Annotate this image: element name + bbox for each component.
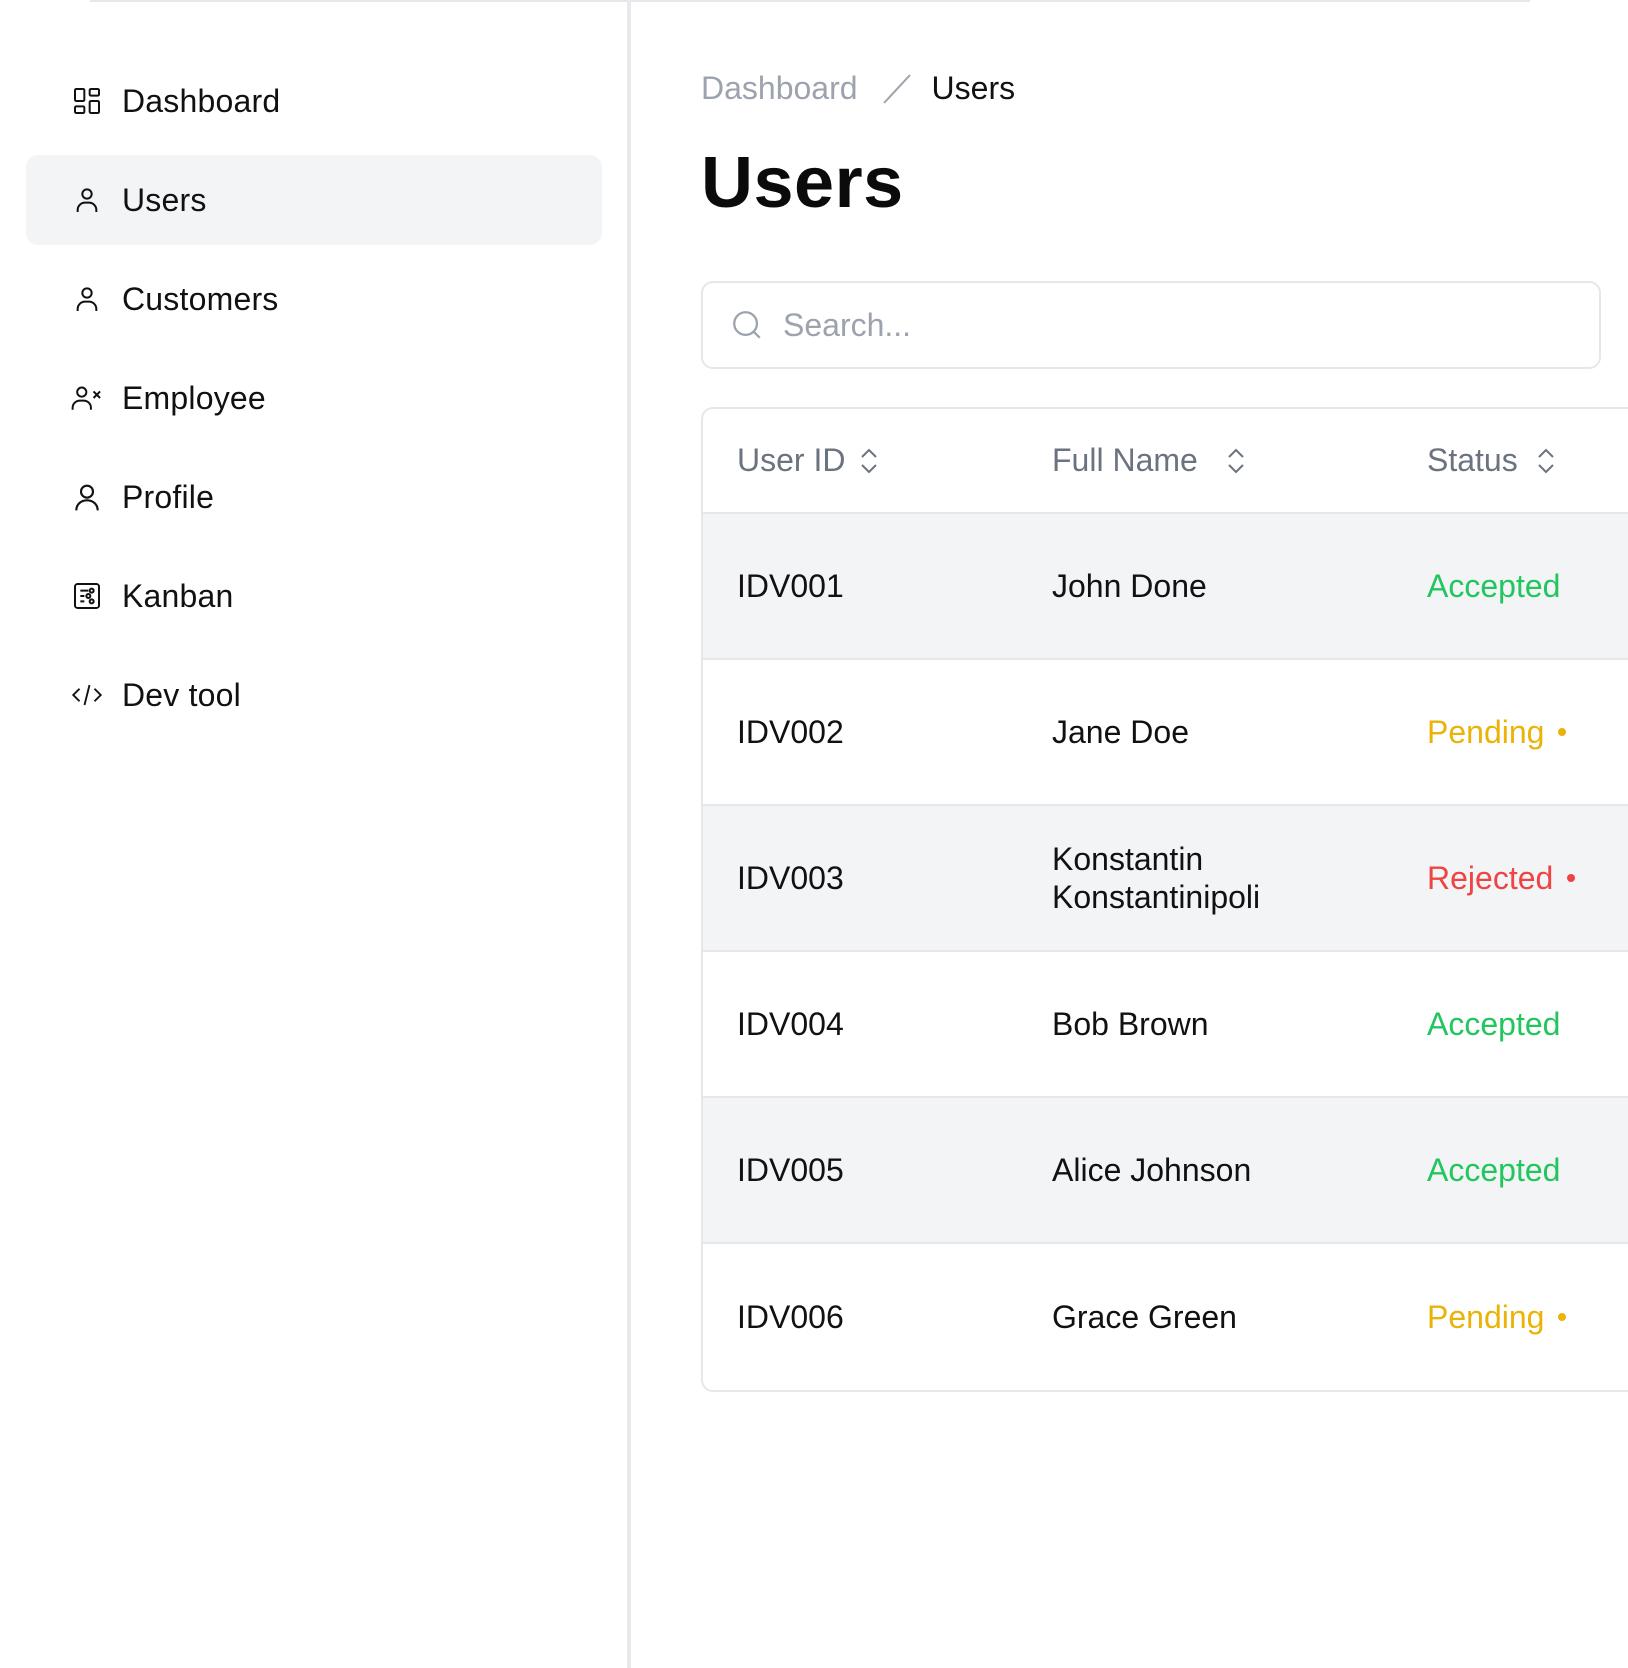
status-dot-icon <box>1558 728 1567 736</box>
status-label: Pending <box>1427 1299 1545 1335</box>
sidebar-item-label: Customers <box>122 280 279 317</box>
kanban-icon <box>70 579 104 613</box>
breadcrumb: Dashboard Users <box>701 70 1015 107</box>
status-dot-icon <box>1558 1313 1567 1321</box>
code-icon <box>70 678 104 712</box>
status-label: Accepted <box>1427 1152 1561 1188</box>
table-header: User ID Full Name Status <box>703 409 1628 514</box>
sidebar-item-dev-tool[interactable]: Dev tool <box>26 650 602 740</box>
column-header-label: User ID <box>737 442 846 478</box>
table-row[interactable]: IDV004 Bob Brown Accepted <box>703 952 1628 1098</box>
sidebar-item-label: Dev tool <box>122 676 241 713</box>
sidebar-item-profile[interactable]: Profile <box>26 452 602 542</box>
status-label: Pending <box>1427 714 1545 750</box>
column-header-full-name[interactable]: Full Name <box>1052 442 1246 479</box>
column-header-user-id[interactable]: User ID <box>737 442 879 479</box>
sidebar-item-label: Profile <box>122 478 215 515</box>
table-row[interactable]: IDV002 Jane Doe Pending <box>703 660 1628 806</box>
user-icon <box>70 183 104 217</box>
sidebar-nav: Dashboard Users Customers Employee Profi… <box>26 56 602 749</box>
cell-full-name: Alice Johnson <box>1052 1152 1252 1188</box>
users-table: User ID Full Name Status IDV001 John Don… <box>701 407 1628 1392</box>
cell-user-id: IDV006 <box>737 1299 844 1335</box>
table-row[interactable]: IDV006 Grace Green Pending <box>703 1244 1628 1390</box>
column-header-label: Full Name <box>1052 442 1198 478</box>
table-row[interactable]: IDV003 Konstantin Konstantinipoli Reject… <box>703 806 1628 952</box>
cell-full-name: Bob Brown <box>1052 1006 1209 1042</box>
user-x-icon <box>70 381 104 415</box>
sidebar-item-users[interactable]: Users <box>26 155 602 245</box>
status-dot-icon <box>1567 874 1576 882</box>
cell-full-name: Jane Doe <box>1052 714 1189 750</box>
cell-user-id: IDV002 <box>737 714 844 750</box>
status-badge: Accepted <box>1427 567 1560 605</box>
status-label: Accepted <box>1427 568 1561 604</box>
search-icon <box>729 307 765 343</box>
cell-full-name: Konstantin Konstantinipoli <box>1052 841 1261 915</box>
column-header-status[interactable]: Status <box>1427 442 1556 479</box>
sort-icon <box>1536 446 1556 476</box>
search-input[interactable] <box>781 305 1565 345</box>
profile-icon <box>70 480 104 514</box>
breadcrumb-current: Users <box>931 70 1016 106</box>
table-row[interactable]: IDV001 John Done Accepted <box>703 514 1628 660</box>
cell-full-name: Grace Green <box>1052 1299 1237 1335</box>
user-icon <box>70 282 104 316</box>
sidebar-item-kanban[interactable]: Kanban <box>26 551 602 641</box>
status-label: Accepted <box>1427 1006 1561 1042</box>
sidebar: Dashboard Users Customers Employee Profi… <box>0 0 631 1668</box>
sidebar-item-label: Dashboard <box>122 82 281 119</box>
status-badge: Rejected <box>1427 859 1576 897</box>
sort-icon <box>859 446 879 476</box>
status-badge: Pending <box>1427 713 1567 751</box>
breadcrumb-separator-icon <box>880 72 914 106</box>
cell-user-id: IDV004 <box>737 1006 844 1042</box>
table-row[interactable]: IDV005 Alice Johnson Accepted <box>703 1098 1628 1244</box>
dashboard-icon <box>70 84 104 118</box>
sidebar-item-employee[interactable]: Employee <box>26 353 602 443</box>
breadcrumb-link-dashboard[interactable]: Dashboard <box>701 70 858 107</box>
cell-full-name: John Done <box>1052 568 1207 604</box>
cell-user-id: IDV005 <box>737 1152 844 1188</box>
column-header-label: Status <box>1427 442 1518 478</box>
search-box <box>701 281 1601 369</box>
status-badge: Accepted <box>1427 1151 1560 1189</box>
main-content: Dashboard Users Users User ID <box>701 0 1628 1668</box>
status-badge: Pending <box>1427 1298 1567 1336</box>
status-badge: Accepted <box>1427 1005 1560 1043</box>
sidebar-item-label: Employee <box>122 379 266 416</box>
sidebar-item-label: Kanban <box>122 577 234 614</box>
page-title: Users <box>701 143 904 223</box>
cell-user-id: IDV003 <box>737 860 844 896</box>
sidebar-item-dashboard[interactable]: Dashboard <box>26 56 602 146</box>
sort-icon <box>1226 446 1246 476</box>
sidebar-item-label: Users <box>122 181 207 218</box>
cell-user-id: IDV001 <box>737 568 844 604</box>
sidebar-item-customers[interactable]: Customers <box>26 254 602 344</box>
status-label: Rejected <box>1427 860 1554 896</box>
